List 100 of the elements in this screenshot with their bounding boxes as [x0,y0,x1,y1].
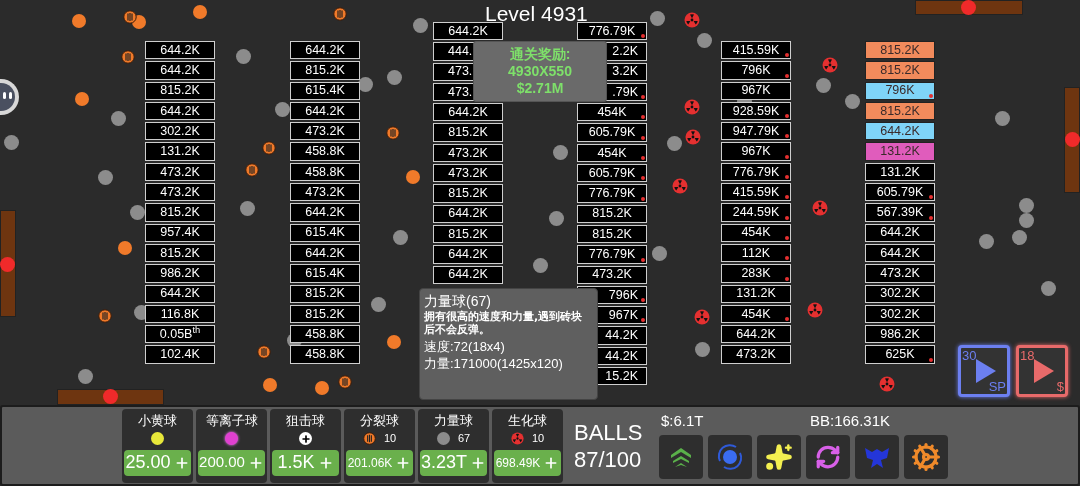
brick: 947.79K [721,122,791,141]
brick: 957.4K [145,223,215,242]
brick: 473.2K [290,122,360,141]
brick: 302.2K [865,304,935,324]
brick: 815.2K [145,243,215,263]
ghost-icon[interactable] [0,78,20,116]
brick: 776.79K [577,184,647,203]
brick: 644.2K [433,245,503,264]
boost-unit: $ [1056,379,1064,394]
vortex-icon [716,443,744,471]
ball-name: 力量球 [434,411,473,429]
boost-count: 30 [962,348,977,363]
brick: 244.59K [721,203,791,222]
ball-count: 10 [383,431,397,447]
upgrade-button[interactable] [659,435,703,479]
brick: 0.05B$^{th}$ [145,325,215,344]
buy-ball-button[interactable]: 1.5K [272,449,339,476]
striped-ball-icon [257,345,271,359]
brick: 644.2K [433,265,503,284]
brick: 815.2K [290,61,360,80]
ball-name: 等离子球 [205,411,258,429]
refresh-button[interactable] [806,435,850,479]
radiation-icon [694,309,710,325]
settings-icon [911,442,941,472]
speed-up-button[interactable]: 30 SP [958,345,1010,397]
brick: 473.2K [145,162,215,182]
ball-name: 狙击球 [286,411,325,429]
brick: 454K [577,103,647,122]
tooltip-power: 力量:171000(1425x120) [424,355,564,372]
striped-ball-icon [338,375,352,389]
striped-ball-icon [245,163,259,177]
brick: 615.4K [290,223,360,242]
brick: 776.79K [577,22,647,41]
brick: 302.2K [865,284,935,303]
radiation-icon [684,99,700,115]
brick: 131.2K [865,162,935,182]
radiation-icon [822,57,838,73]
brick: 625K [865,345,935,364]
brick: 473.2K [290,183,360,202]
brick: 815.2K [433,184,503,203]
brick: 815.2K [290,284,360,303]
boost-count: 18 [1020,348,1035,363]
balls-label: BALLS [574,418,644,446]
settings-button[interactable] [904,435,948,479]
brick: 986.2K [865,325,935,344]
brick: 815.2K [290,304,360,324]
brick: 458.8K [290,142,360,161]
vortex-button[interactable] [708,435,752,479]
brick: 131.2K [865,142,935,161]
brick: 473.2K [433,143,503,163]
boost-unit: SP [988,379,1006,394]
brick: 644.2K [433,204,503,223]
reward-multiplier: 4930X550 [508,63,572,80]
stars-button[interactable] [757,435,801,479]
buy-ball-button[interactable]: 25.00 [124,449,191,476]
radiation-icon [672,178,688,194]
brick: 644.2K [145,284,215,303]
brick: 815.2K [433,224,503,244]
brick: 644.2K [145,41,215,60]
radiation-icon [812,200,828,216]
brick: 644.2K [865,243,935,263]
reward-money: $2.71M [516,80,564,97]
brick: 815.2K [145,81,215,100]
brick: 458.8K [290,345,360,364]
brick: 644.2K [290,243,360,263]
striped-ball-icon [262,141,276,155]
ball-name: 分裂球 [360,411,399,429]
reward-title: 通关奖励: [509,46,571,63]
radiation-icon [685,129,701,145]
ball-name: 生化球 [508,411,547,429]
striped-ball-icon [386,126,400,140]
brick: 112K [721,243,791,263]
radiation-icon [879,376,895,392]
buy-ball-button[interactable]: 3.23T [420,449,487,476]
brick: 967K [721,81,791,100]
brick: 644.2K [721,325,791,344]
radiation-icon [510,432,524,445]
brick: 986.2K [145,264,215,283]
brick: 454K [721,223,791,242]
brick: 928.59K [721,101,791,121]
sparkles-icon [765,443,793,471]
buy-ball-button[interactable]: 201.06K [346,449,413,476]
brick: 615.4K [290,81,360,100]
buy-ball-button[interactable]: 200.00 [198,449,265,476]
brick: 776.79K [577,245,647,264]
brick: 967K [721,142,791,161]
buy-ball-button[interactable]: 698.49K [494,449,561,476]
brick: 796K [721,61,791,80]
money-boost-button[interactable]: 18 $ [1016,345,1068,397]
money-amount: $:6.1T [660,412,705,431]
brick: 644.2K [290,101,360,121]
brick: 644.2K [865,122,935,141]
brick: 776.79K [721,162,791,182]
brick: 473.2K [577,265,647,284]
brick: 644.2K [145,61,215,80]
striped-ball-icon [98,309,112,323]
ball-name: 小黄球 [138,411,177,429]
brick: 796K [865,81,935,100]
brick: 473.2K [145,183,215,202]
brick: 815.2K [865,61,935,80]
